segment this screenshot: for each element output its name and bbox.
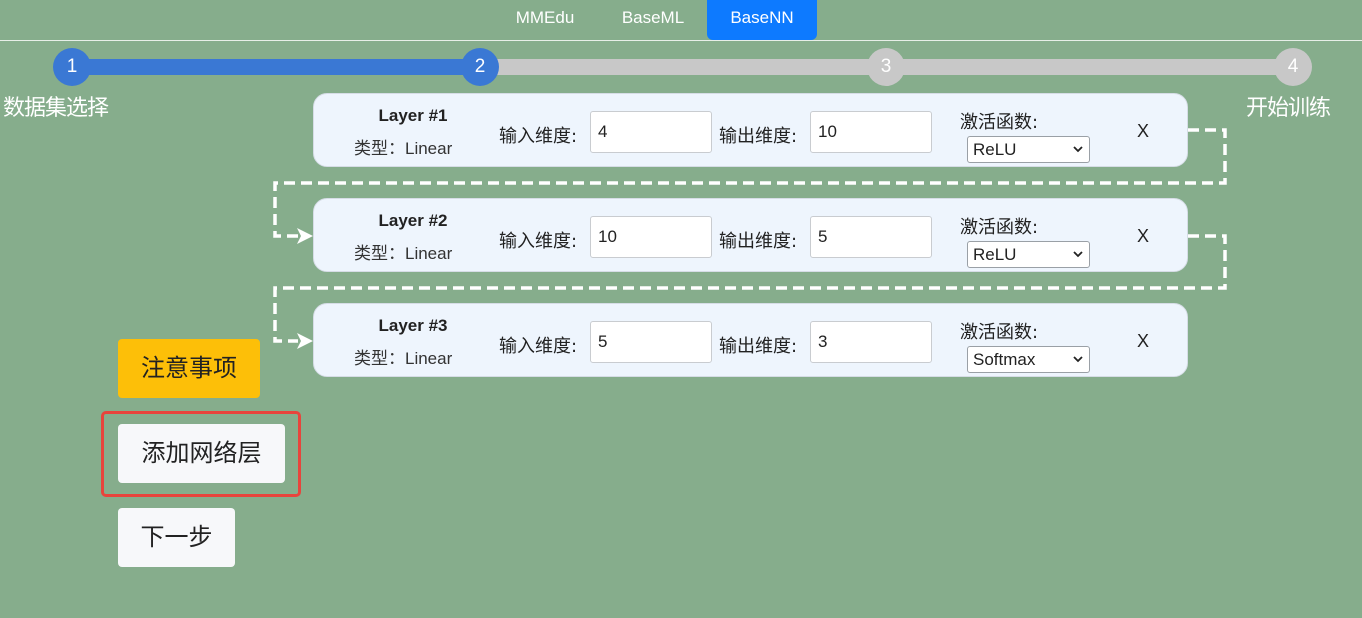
output-dim-field[interactable] [810,111,932,153]
input-dim-field[interactable] [590,321,712,363]
notice-button[interactable]: 注意事项 [118,339,260,398]
activation-value: ReLU [973,140,1017,159]
input-dim-label: 输入维度: [499,336,578,357]
remove-layer-button[interactable]: X [1137,226,1149,247]
layer-type: 类型：Linear [354,349,453,369]
input-dim-field[interactable] [590,111,712,153]
remove-layer-button[interactable]: X [1137,331,1149,352]
layer-type: 类型：Linear [354,139,453,159]
chevron-down-icon [1073,146,1083,153]
activation-label: 激活函数: [960,112,1039,133]
layer-title: Layer #2 [378,211,448,230]
activation-select[interactable]: Softmax [967,346,1090,373]
layer-card-3: Layer #3 类型：Linear 输入维度: 输出维度: 激活函数: Sof… [313,303,1188,377]
output-dim-label: 输出维度: [719,231,798,252]
chevron-down-icon [1073,251,1083,258]
input-dim-label: 输入维度: [499,126,578,147]
activation-label: 激活函数: [960,217,1039,238]
activation-value: Softmax [973,350,1036,369]
layer-title: Layer #3 [378,316,448,335]
activation-select[interactable]: ReLU [967,241,1090,268]
remove-layer-button[interactable]: X [1137,121,1149,142]
input-dim-label: 输入维度: [499,231,578,252]
layer-card-1: Layer #1 类型：Linear 输入维度: 输出维度: 激活函数: ReL… [313,93,1188,167]
layer-title: Layer #1 [378,106,448,125]
layer-card-2: Layer #2 类型：Linear 输入维度: 输出维度: 激活函数: ReL… [313,198,1188,272]
arrow-right-icon [297,333,313,349]
output-dim-label: 输出维度: [719,336,798,357]
next-step-button[interactable]: 下一步 [118,508,235,567]
chevron-down-icon [1073,356,1083,363]
activation-label: 激活函数: [960,322,1039,343]
input-dim-field[interactable] [590,216,712,258]
activation-value: ReLU [973,245,1017,264]
output-dim-label: 输出维度: [719,126,798,147]
arrow-right-icon [297,228,313,244]
activation-select[interactable]: ReLU [967,136,1090,163]
output-dim-field[interactable] [810,321,932,363]
output-dim-field[interactable] [810,216,932,258]
layer-type: 类型：Linear [354,244,453,264]
add-layer-button[interactable]: 添加网络层 [118,424,285,483]
